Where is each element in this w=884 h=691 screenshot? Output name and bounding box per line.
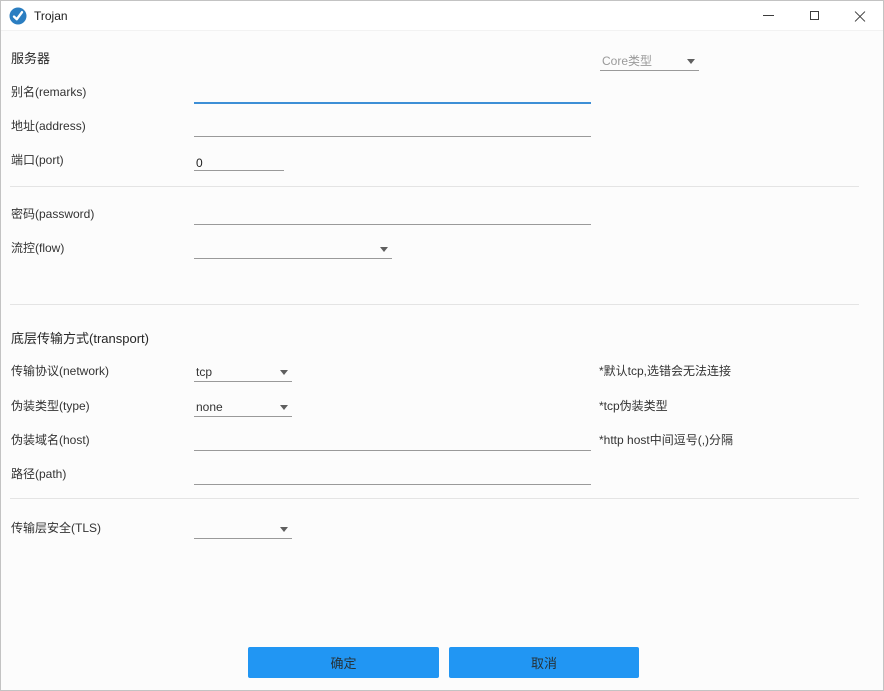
type-label: 伪装类型(type) xyxy=(11,398,90,414)
maximize-icon xyxy=(810,11,819,20)
path-label: 路径(path) xyxy=(11,466,66,482)
type-select[interactable]: none xyxy=(194,397,292,417)
network-hint: *默认tcp,选错会无法连接 xyxy=(599,363,731,379)
password-label: 密码(password) xyxy=(11,206,94,222)
address-input[interactable] xyxy=(194,121,591,137)
core-type-select[interactable]: Core类型 xyxy=(600,51,699,71)
password-input[interactable] xyxy=(194,209,591,225)
chevron-down-icon xyxy=(280,405,288,410)
app-icon xyxy=(9,7,27,25)
remarks-input[interactable] xyxy=(194,87,591,104)
network-select[interactable]: tcp xyxy=(194,362,292,382)
divider xyxy=(10,186,859,187)
cancel-button[interactable]: 取消 xyxy=(449,647,639,678)
chevron-down-icon xyxy=(687,59,695,64)
section-transport: 底层传输方式(transport) xyxy=(11,330,149,348)
remarks-label: 别名(remarks) xyxy=(11,84,86,100)
close-icon xyxy=(854,10,866,22)
window-title: Trojan xyxy=(34,9,68,23)
minimize-icon xyxy=(763,15,774,16)
address-label: 地址(address) xyxy=(11,118,86,134)
tls-label: 传输层安全(TLS) xyxy=(11,520,101,536)
port-label: 端口(port) xyxy=(11,152,64,168)
path-input[interactable] xyxy=(194,469,591,485)
chevron-down-icon xyxy=(280,370,288,375)
port-input[interactable] xyxy=(194,155,284,171)
maximize-button[interactable] xyxy=(791,1,837,31)
host-input[interactable] xyxy=(194,435,591,451)
core-type-value: Core类型 xyxy=(600,51,699,71)
chevron-down-icon xyxy=(280,527,288,532)
flow-select[interactable] xyxy=(194,239,392,259)
ok-button[interactable]: 确定 xyxy=(248,647,439,678)
tls-select[interactable] xyxy=(194,519,292,539)
flow-label: 流控(flow) xyxy=(11,240,64,256)
titlebar: Trojan xyxy=(1,1,883,31)
divider xyxy=(10,498,859,499)
minimize-button[interactable] xyxy=(745,1,791,31)
network-label: 传输协议(network) xyxy=(11,363,109,379)
trojan-dialog-window: Trojan 服务器 Core类型 别名(remarks) 地址(address… xyxy=(0,0,884,691)
type-hint: *tcp伪装类型 xyxy=(599,398,668,414)
network-value: tcp xyxy=(194,362,292,382)
host-label: 伪装域名(host) xyxy=(11,432,90,448)
section-server: 服务器 xyxy=(11,50,50,68)
type-value: none xyxy=(194,397,292,417)
divider xyxy=(10,304,859,305)
host-hint: *http host中间逗号(,)分隔 xyxy=(599,432,733,448)
close-button[interactable] xyxy=(837,1,883,31)
chevron-down-icon xyxy=(380,247,388,252)
